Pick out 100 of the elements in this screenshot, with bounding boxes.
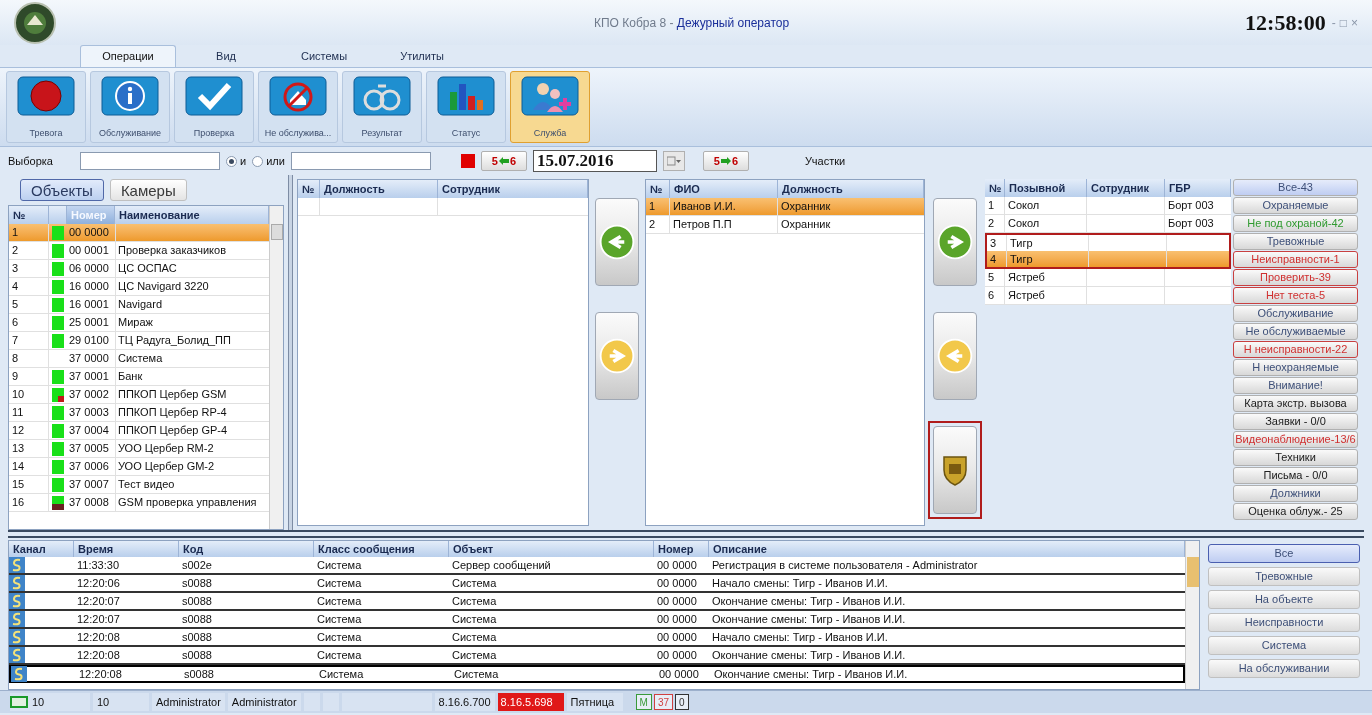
column-header[interactable]: Время: [74, 541, 179, 557]
filter-button[interactable]: Неисправности-1: [1233, 251, 1358, 268]
object-row[interactable]: 3 06 0000 ЦС ОСПАС: [9, 260, 269, 278]
ribbon-button[interactable]: Не обслужива...: [258, 71, 338, 143]
assign-right-button[interactable]: [933, 198, 977, 286]
log-filter-button[interactable]: Тревожные: [1208, 567, 1360, 586]
log-row[interactable]: 12:20:07 s0088 Система Система 00 0000 Окончание смены: Тигр - Иванов И.И.: [9, 593, 1185, 611]
object-row[interactable]: 1 00 0000: [9, 224, 269, 242]
column-header[interactable]: №: [9, 206, 49, 224]
next-day-button[interactable]: 5 6: [702, 151, 749, 171]
column-header[interactable]: Класс сообщения: [314, 541, 449, 557]
splitter[interactable]: [8, 530, 1364, 538]
column-header[interactable]: Описание: [709, 541, 1185, 557]
object-row[interactable]: 13 37 0005 УОО Цербер RM-2: [9, 440, 269, 458]
filter-button[interactable]: Нет теста-5: [1233, 287, 1358, 304]
filter-button[interactable]: Обслуживание: [1233, 305, 1358, 322]
column-header[interactable]: Должность: [778, 180, 924, 198]
column-header[interactable]: №: [985, 179, 1005, 197]
log-filter-button[interactable]: Система: [1208, 636, 1360, 655]
filter-input[interactable]: [80, 152, 220, 170]
object-row[interactable]: 15 37 0007 Тест видео: [9, 476, 269, 494]
object-row[interactable]: 8 37 0000 Система: [9, 350, 269, 368]
filter-button[interactable]: Проверить-39: [1233, 269, 1358, 286]
log-filter-button[interactable]: Все: [1208, 544, 1360, 563]
column-header[interactable]: Должность: [320, 180, 438, 198]
ribbon-button[interactable]: Тревога: [6, 71, 86, 143]
ribbon-tab[interactable]: Вид: [178, 45, 274, 67]
column-header[interactable]: №: [298, 180, 320, 198]
filter-button[interactable]: Н неохраняемые: [1233, 359, 1358, 376]
filter-button[interactable]: Все-43: [1233, 179, 1358, 196]
filter-button[interactable]: Внимание!: [1233, 377, 1358, 394]
column-header[interactable]: №: [646, 180, 670, 198]
object-row[interactable]: 11 37 0003 ППКОП Цербер RP-4: [9, 404, 269, 422]
log-row[interactable]: 12:20:06 s0088 Система Система 00 0000 Начало смены: Тигр - Иванов И.И.: [9, 575, 1185, 593]
ribbon-button[interactable]: Результат: [342, 71, 422, 143]
log-filter-button[interactable]: Неисправности: [1208, 613, 1360, 632]
column-header[interactable]: Канал: [9, 541, 74, 557]
column-header[interactable]: Наименование: [115, 206, 269, 224]
ribbon-tab[interactable]: Утилиты: [374, 45, 470, 67]
column-header[interactable]: Позывной: [1005, 179, 1087, 197]
column-header[interactable]: Объект: [449, 541, 654, 557]
filter-button[interactable]: Карта экстр. вызова: [1233, 395, 1358, 412]
column-header[interactable]: Код: [179, 541, 314, 557]
filter-input[interactable]: [290, 152, 431, 170]
crew-row[interactable]: 5 Ястреб: [985, 269, 1231, 287]
panel-tab[interactable]: Камеры: [109, 179, 187, 201]
mode-radio[interactable]: или: [252, 152, 285, 170]
object-row[interactable]: 12 37 0004 ППКОП Цербер GP-4: [9, 422, 269, 440]
column-header[interactable]: Номер: [654, 541, 709, 557]
filter-button[interactable]: Письма - 0/0: [1233, 467, 1358, 484]
ribbon-tab[interactable]: Системы: [276, 45, 372, 67]
object-row[interactable]: 14 37 0006 УОО Цербер GM-2: [9, 458, 269, 476]
mode-radio[interactable]: и: [226, 152, 247, 170]
filter-button[interactable]: Техники: [1233, 449, 1358, 466]
column-header[interactable]: Сотрудник: [1087, 179, 1165, 197]
column-header[interactable]: [49, 206, 67, 224]
ribbon-button[interactable]: Обслуживание: [90, 71, 170, 143]
filter-button[interactable]: Тревожные: [1233, 233, 1358, 250]
column-header[interactable]: Сотрудник: [438, 180, 588, 198]
object-row[interactable]: 6 25 0001 Мираж: [9, 314, 269, 332]
filter-button[interactable]: Должники: [1233, 485, 1358, 502]
scrollbar[interactable]: [269, 206, 283, 529]
object-row[interactable]: 2 00 0001 Проверка заказчиков: [9, 242, 269, 260]
assign-left-button[interactable]: [595, 198, 639, 286]
log-row[interactable]: 12:20:08 s0088 Система Система 00 0000 Окончание смены: Тигр - Иванов И.И.: [9, 647, 1185, 665]
object-row[interactable]: 10 37 0002 ППКОП Цербер GSM: [9, 386, 269, 404]
object-row[interactable]: 7 29 0100 ТЦ Радуга_Болид_ПП: [9, 332, 269, 350]
staff-row[interactable]: 2 Петров П.П Охранник: [646, 216, 924, 234]
crew-row[interactable]: 2 Сокол Борт 003: [985, 215, 1231, 233]
log-row[interactable]: 12:20:08 s0088 Система Система 00 0000 Начало смены: Тигр - Иванов И.И.: [9, 629, 1185, 647]
date-field[interactable]: 15.07.2016: [532, 150, 657, 172]
log-filter-button[interactable]: На объекте: [1208, 590, 1360, 609]
log-row[interactable]: 11:33:30 s002e Система Сервер сообщений 00 0000 Регистрация в системе пользователя - Administrator: [9, 557, 1185, 575]
ribbon-button[interactable]: Проверка: [174, 71, 254, 143]
column-header[interactable]: ГБР: [1165, 179, 1231, 197]
panel-tab[interactable]: Объекты: [20, 179, 104, 201]
filter-button[interactable]: Охраняемые: [1233, 197, 1358, 214]
ribbon-button[interactable]: Статус: [426, 71, 506, 143]
filter-button[interactable]: Не обслуживаемые: [1233, 323, 1358, 340]
ribbon-button[interactable]: Служба: [510, 71, 590, 143]
assign-left-button[interactable]: [933, 312, 977, 400]
object-row[interactable]: 9 37 0001 Банк: [9, 368, 269, 386]
log-row[interactable]: 12:20:08 s0088 Система Система 00 0000 Окончание смены: Тигр - Иванов И.И.: [9, 665, 1185, 683]
scrollbar[interactable]: [1185, 541, 1199, 689]
calendar-button[interactable]: [662, 151, 685, 171]
staff-row[interactable]: 1 Иванов И.И. Охранник: [646, 198, 924, 216]
object-row[interactable]: 5 16 0001 Navigard: [9, 296, 269, 314]
crew-row[interactable]: 4 Тигр: [985, 251, 1231, 269]
column-header[interactable]: ФИО: [670, 180, 778, 198]
assign-right-button[interactable]: [595, 312, 639, 400]
filter-button[interactable]: Н неисправности-22: [1233, 341, 1358, 358]
filter-button[interactable]: Оценка облуж.- 25: [1233, 503, 1358, 520]
crew-row[interactable]: 6 Ястреб: [985, 287, 1231, 305]
object-row[interactable]: 16 37 0008 GSM проверка управления: [9, 494, 269, 512]
crew-row[interactable]: 3 Тигр: [985, 233, 1231, 251]
object-row[interactable]: 4 16 0000 ЦС Navigard 3220: [9, 278, 269, 296]
filter-button[interactable]: Заявки - 0/0: [1233, 413, 1358, 430]
ribbon-tab[interactable]: Операции: [80, 45, 176, 67]
crew-row[interactable]: 1 Сокол Борт 003: [985, 197, 1231, 215]
filter-button[interactable]: Видеонаблюдение-13/6: [1233, 431, 1358, 448]
